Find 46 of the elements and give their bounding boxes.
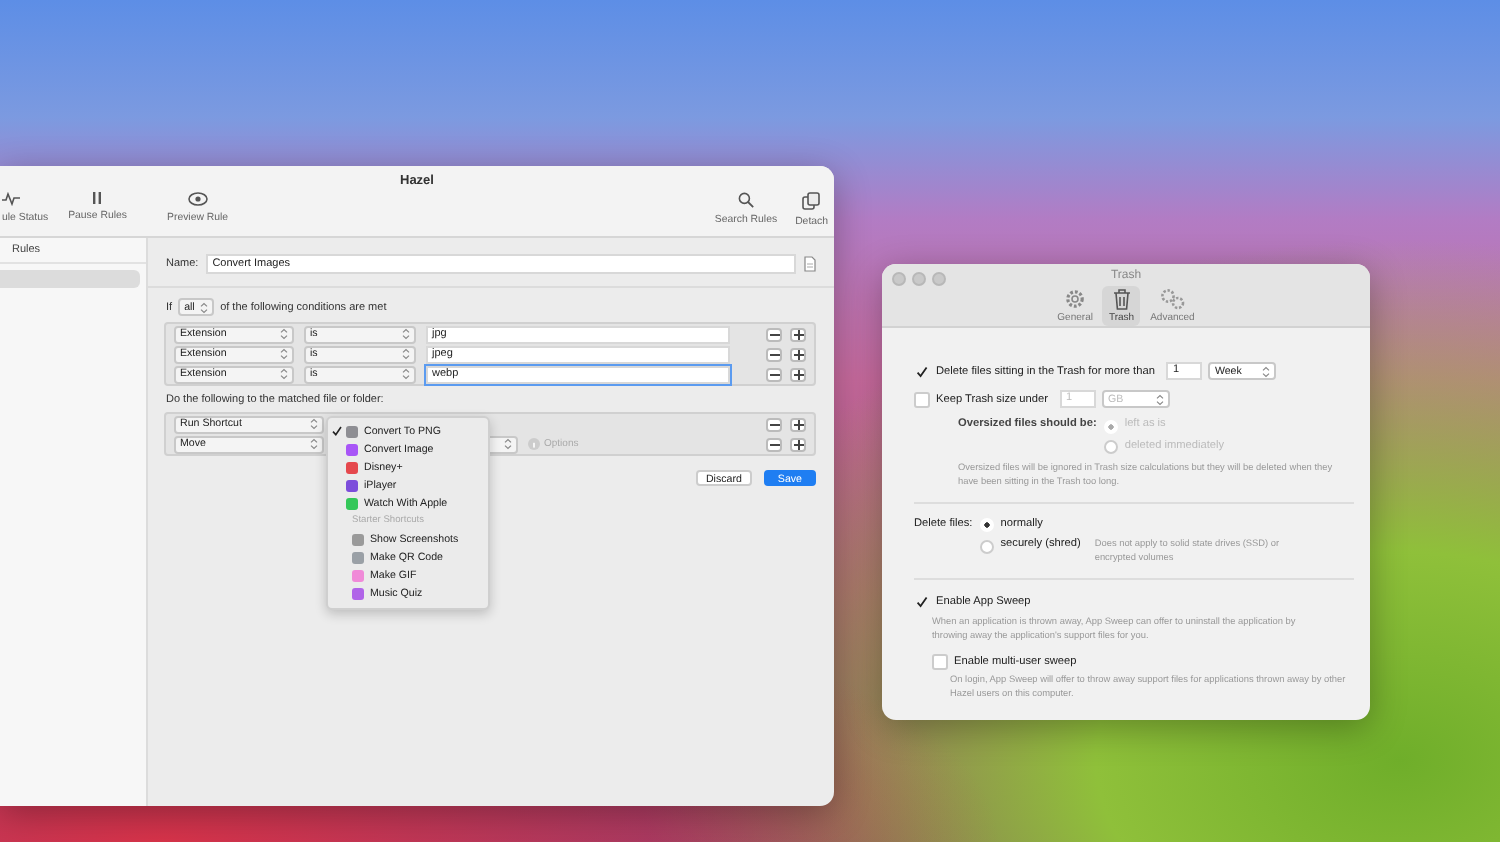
remove-button[interactable] [766,367,782,381]
add-button[interactable] [790,347,806,361]
minus-icon [769,373,779,375]
trash-icon [1111,288,1132,310]
chevron-updown-icon [280,368,288,380]
plus-icon [793,439,803,449]
checkbox[interactable] [914,594,930,611]
eye-icon [187,192,208,206]
windows-icon [802,192,821,210]
gear-icon [1064,288,1087,310]
waveform-icon [2,192,20,206]
minus-icon [769,353,779,355]
document-icon [804,256,816,272]
minus-icon [769,333,779,335]
add-button[interactable] [790,437,806,451]
gears-icon [1159,288,1186,310]
chevron-updown-icon [310,438,318,450]
chevron-updown-icon [504,438,512,450]
minus-icon [769,443,779,445]
plus-icon [793,329,803,339]
search-icon [737,192,754,208]
chevron-updown-icon [280,348,288,360]
remove-button[interactable] [766,347,782,361]
chevron-updown-icon [280,328,288,340]
minus-icon [769,423,779,425]
chevron-updown-icon [1155,393,1164,405]
info-icon [528,438,540,450]
add-button[interactable] [790,417,806,431]
chevron-updown-icon [402,348,410,360]
chevron-updown-icon [402,368,410,380]
chevron-updown-icon [200,301,209,313]
checkbox[interactable] [914,363,930,379]
radio-button[interactable] [1104,440,1119,454]
add-button[interactable] [790,367,806,381]
plus-icon [793,419,803,429]
radio-button[interactable] [980,539,995,554]
remove-button[interactable] [766,417,782,431]
chevron-updown-icon [310,418,318,430]
add-button[interactable] [790,327,806,341]
plus-icon [793,369,803,379]
remove-button[interactable] [766,437,782,451]
chevron-updown-icon [402,328,410,340]
pause-icon [92,192,103,204]
plus-icon [793,349,803,359]
chevron-updown-icon [1262,365,1271,377]
remove-button[interactable] [766,327,782,341]
